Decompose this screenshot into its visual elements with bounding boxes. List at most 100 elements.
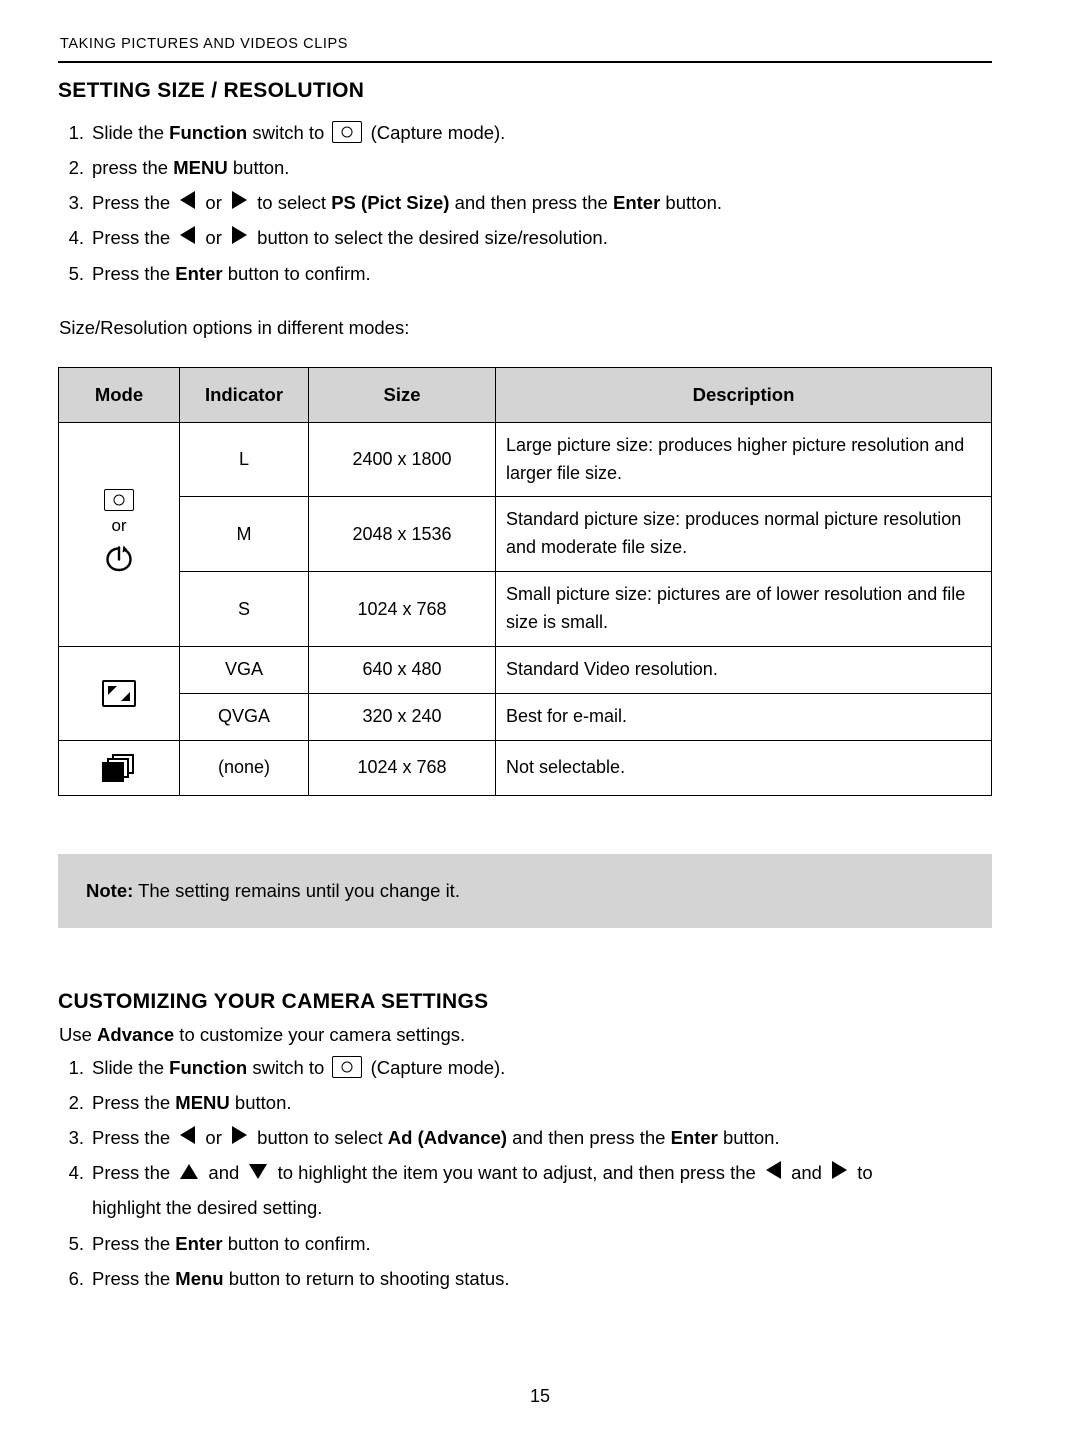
down-arrow-icon: [249, 1164, 268, 1180]
step-text-mid: button.: [227, 157, 290, 179]
document-page: TAKING PICTURES AND VIDEOS CLIPS SETTING…: [0, 0, 1080, 1451]
column-header-size: Size: [308, 366, 496, 423]
step-text-pre: Press the: [92, 262, 176, 284]
step-item: 6. Press the Menu button to return to sh…: [58, 1261, 992, 1296]
step-text-bold: Ad (Advance): [387, 1127, 508, 1149]
up-arrow-icon: [180, 1164, 199, 1180]
step-text-post: button.: [229, 1091, 292, 1113]
description-cell: Standard Video resolution.: [495, 646, 992, 694]
indicator-cell: QVGA: [179, 692, 309, 741]
table-head: Mode Indicator Size Description: [58, 366, 992, 423]
camera-icon: [332, 121, 363, 143]
camera-icon: [332, 1055, 363, 1078]
right-arrow-icon: [232, 226, 248, 245]
table-header-row: Mode Indicator Size Description: [58, 366, 992, 423]
indicator-cell: S: [179, 571, 309, 648]
table-body: or L 2400 x 1800 Large picture size: pro…: [58, 421, 992, 796]
description-cell: Best for e-mail.: [495, 692, 992, 741]
description-cell: Not selectable.: [495, 739, 992, 796]
step-number: 1.: [68, 1056, 84, 1078]
step-number: 4.: [68, 1162, 84, 1184]
step-item: 5. Press the Enter button to confirm.: [58, 256, 992, 291]
lead-bold: Advance: [97, 1023, 175, 1045]
size-cell: 2048 x 1536: [308, 496, 496, 573]
step-text-bold: MENU: [173, 157, 228, 179]
step-item: 5. Press the Enter button to confirm.: [58, 1226, 992, 1261]
step-text-mid: button to select the desired size/resolu…: [252, 227, 608, 249]
table-row: VGA 640 x 480 Standard Video resolution.: [58, 646, 992, 741]
step-text-mid: switch to: [247, 1056, 330, 1078]
table-row: QVGA 320 x 240 Best for e-mail.: [59, 692, 992, 741]
step-number: 5.: [68, 262, 84, 284]
indicator-cell: (none): [179, 739, 309, 796]
left-arrow-icon: [765, 1161, 781, 1180]
mode-cell-capture: or: [58, 421, 180, 648]
step-text-bold: Menu: [175, 1267, 224, 1289]
step-text-post: button.: [717, 1127, 780, 1149]
lead-pre: Use: [59, 1023, 98, 1045]
left-arrow-icon: [180, 191, 196, 210]
column-header-description: Description: [495, 366, 992, 423]
step-text-line2: highlight the desired setting.: [92, 1197, 323, 1219]
step-text-pre: Slide the: [92, 1056, 170, 1078]
step-text-post: button.: [660, 192, 722, 214]
size-cell: 1024 x 768: [308, 739, 496, 796]
note-label: Note:: [86, 879, 134, 901]
step-item: 3. Press the or to select PS (Pict Size)…: [58, 185, 992, 220]
step-text-mid: switch to: [247, 122, 330, 143]
column-header-mode: Mode: [58, 366, 180, 423]
step-item: 3. Press the or button to select Ad (Adv…: [58, 1120, 992, 1155]
step-text-post: button to confirm.: [222, 262, 371, 284]
step-text-bold: PS (Pict Size): [331, 192, 450, 214]
video-icon: [102, 679, 136, 707]
table-row: S 1024 x 768 Small picture size: picture…: [59, 571, 992, 648]
step-text-post: (Capture mode).: [365, 122, 506, 143]
step-text-mid2: and then press the: [449, 192, 613, 214]
self-timer-icon: [102, 541, 136, 580]
step-text-bold: Function: [169, 122, 248, 143]
table-row: M 2048 x 1536 Standard picture size: pro…: [59, 496, 992, 573]
step-text-mid: to select: [252, 192, 332, 214]
step-number: 3.: [68, 1127, 84, 1149]
mode-icon-stack: [69, 750, 169, 786]
lead-post: to customize your camera settings.: [174, 1023, 466, 1045]
step-item: 4. Press the and to highlight the item y…: [58, 1155, 992, 1225]
step-number: 4.: [68, 227, 84, 249]
mode-cell-video: [58, 646, 180, 741]
camera-icon: [104, 488, 134, 511]
step-text-pre: Press the: [92, 227, 176, 249]
step-text-bold: Enter: [175, 262, 223, 284]
mode-or-label: or: [111, 515, 127, 535]
step-text-bold2: Enter: [670, 1127, 718, 1149]
step-text-pre: press the: [92, 157, 174, 179]
step-text-post: (Capture mode).: [365, 1056, 506, 1078]
step-text-post: button to confirm.: [222, 1232, 371, 1254]
running-head: TAKING PICTURES AND VIDEOS CLIPS: [60, 36, 349, 52]
step-text-mid: to highlight the item you want to adjust…: [272, 1162, 761, 1184]
size-cell: 1024 x 768: [308, 571, 496, 648]
indicator-cell: L: [179, 421, 309, 498]
table-row: or L 2400 x 1800 Large picture size: pro…: [58, 421, 992, 648]
indicator-cell: VGA: [179, 646, 309, 694]
section-title-customizing: CUSTOMIZING YOUR CAMERA SETTINGS: [58, 989, 489, 1013]
step-text-pre: Press the: [92, 1162, 176, 1184]
step-text-pre: Slide the: [92, 122, 170, 143]
mode-icon-stack: [69, 676, 169, 711]
right-arrow-icon: [232, 191, 248, 210]
left-arrow-icon: [180, 226, 196, 245]
description-cell: Standard picture size: produces normal p…: [495, 496, 992, 573]
size-resolution-table: Mode Indicator Size Description or L 240…: [58, 366, 992, 796]
note-text: The setting remains until you change it.: [133, 879, 460, 901]
right-arrow-icon: [232, 1126, 248, 1145]
column-header-indicator: Indicator: [179, 366, 309, 423]
step-text-pre: Press the: [92, 1127, 176, 1149]
step-text-bold: Enter: [175, 1232, 223, 1254]
step-text-and: and: [203, 1162, 245, 1184]
step-number: 6.: [68, 1267, 84, 1289]
step-number: 5.: [68, 1232, 84, 1254]
left-arrow-icon: [180, 1126, 196, 1145]
step-item: 2. press the MENU button.: [58, 150, 992, 185]
step-text-post: to: [852, 1162, 873, 1184]
step-text-bold: Function: [169, 1056, 248, 1078]
step-item: 1. Slide the Function switch to (Capture…: [58, 115, 992, 150]
